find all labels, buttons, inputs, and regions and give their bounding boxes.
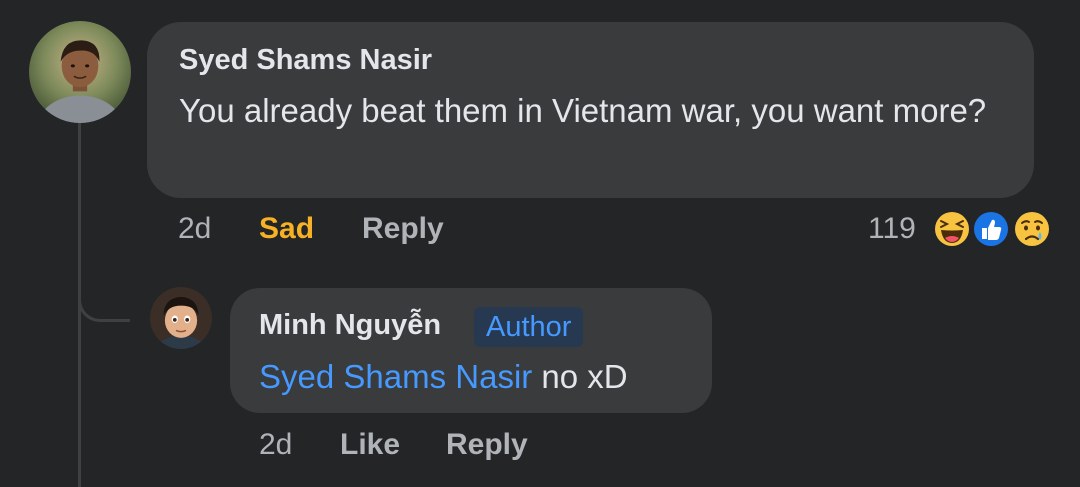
sad-emoji-icon[interactable] bbox=[1012, 209, 1052, 249]
profile-photo-icon bbox=[29, 21, 131, 123]
thread-branch-line bbox=[78, 270, 130, 322]
comment-timestamp[interactable]: 2d bbox=[178, 212, 211, 246]
comment-text: You already beat them in Vietnam war, yo… bbox=[179, 92, 987, 129]
profile-photo-icon bbox=[150, 287, 212, 349]
like-button[interactable]: Like bbox=[340, 428, 400, 462]
reply-author-name[interactable]: Minh Nguyễn bbox=[259, 309, 441, 342]
reply-message: no xD bbox=[532, 358, 628, 395]
reaction-count[interactable]: 119 bbox=[868, 212, 916, 246]
reply-text: Syed Shams Nasir no xD bbox=[259, 352, 628, 402]
avatar[interactable] bbox=[29, 21, 131, 123]
avatar[interactable] bbox=[150, 287, 212, 349]
comment-author-name[interactable]: Syed Shams Nasir bbox=[179, 44, 432, 77]
reply-timestamp[interactable]: 2d bbox=[259, 428, 292, 462]
like-reaction-icon[interactable] bbox=[971, 209, 1011, 249]
reply-button[interactable]: Reply bbox=[446, 428, 528, 462]
author-badge: Author bbox=[474, 307, 584, 347]
haha-emoji-icon[interactable] bbox=[932, 209, 972, 249]
reply-button[interactable]: Reply bbox=[362, 212, 444, 246]
mention-link[interactable]: Syed Shams Nasir bbox=[259, 358, 532, 395]
react-button[interactable]: Sad bbox=[259, 212, 314, 246]
